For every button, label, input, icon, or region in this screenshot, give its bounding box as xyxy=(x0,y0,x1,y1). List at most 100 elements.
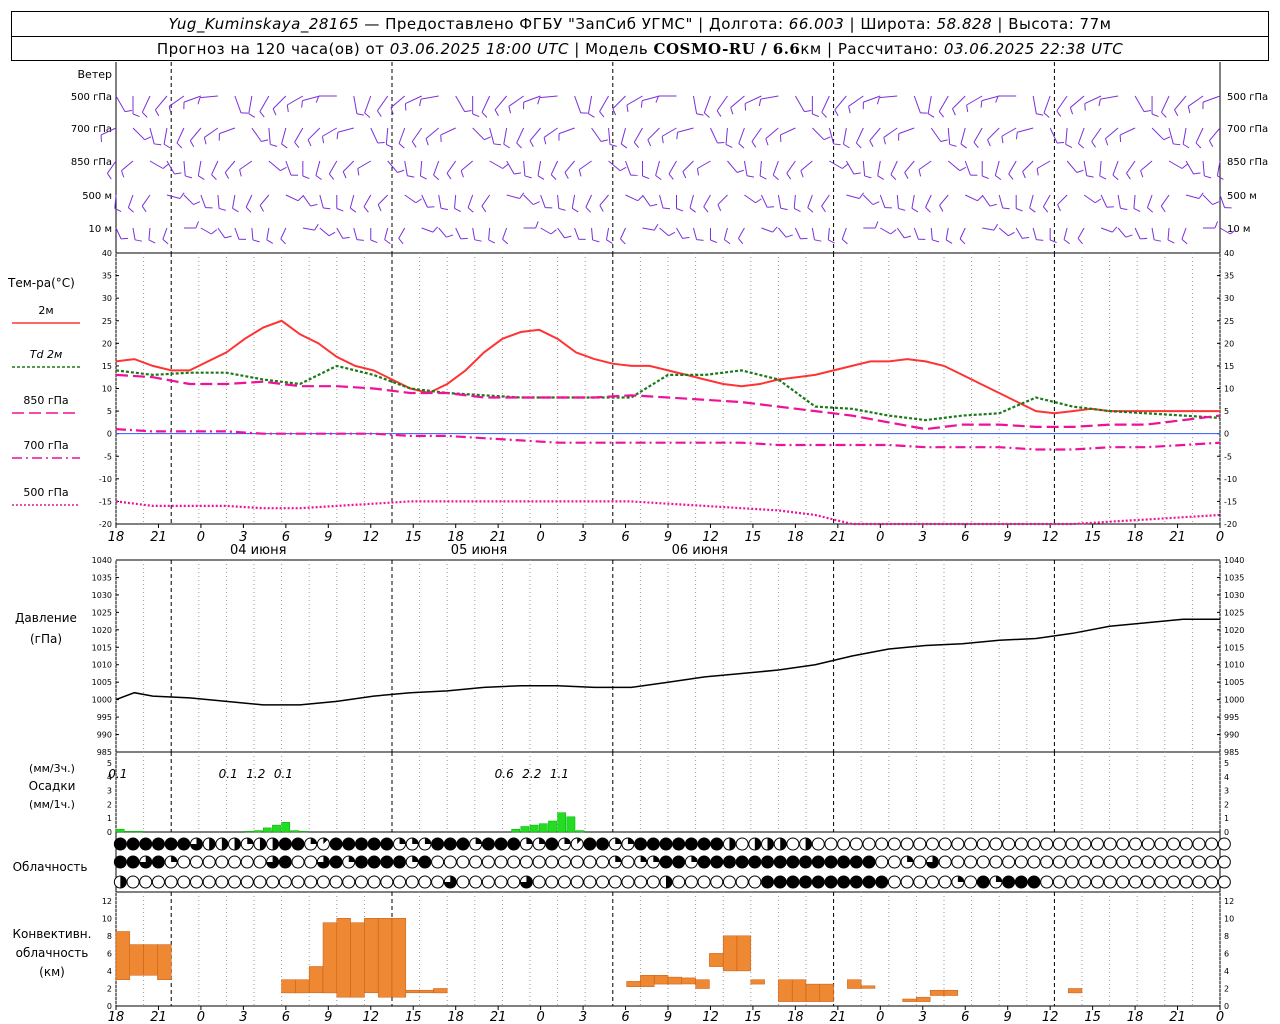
wind-barb xyxy=(557,194,560,209)
temp-panel-title: Тем-ра(°C) xyxy=(7,276,75,290)
cloud-cover-symbol xyxy=(240,875,254,889)
wind-barb xyxy=(760,95,779,100)
wind-barb-feather xyxy=(1144,110,1152,113)
conv-axis-hour-label: 12 xyxy=(1042,1010,1059,1024)
wind-barb xyxy=(821,95,830,113)
cloud-cover-symbol xyxy=(621,837,635,851)
conv-cloud-bar xyxy=(722,935,738,972)
wind-barb-feather xyxy=(484,136,491,141)
wind-barb xyxy=(245,194,253,208)
cloud-cover-symbol xyxy=(545,855,559,869)
wind-barb xyxy=(812,127,825,141)
wind-barb xyxy=(574,227,580,240)
conv-cloud-bar xyxy=(377,918,393,998)
cloud-circle xyxy=(824,875,838,889)
wind-barb-feather xyxy=(874,221,879,229)
wind-barb-feather xyxy=(1036,239,1044,241)
cloud-circle xyxy=(431,875,445,889)
cloud-fill-sector xyxy=(209,838,216,851)
cloud-cover-symbol xyxy=(875,855,889,869)
wind-barb xyxy=(540,227,552,235)
wind-barb-feather xyxy=(270,143,278,147)
wind-barb xyxy=(342,160,355,172)
cloud-circle xyxy=(735,837,749,851)
wind-barb xyxy=(692,95,698,114)
cloud-fill-sector xyxy=(272,838,279,850)
wind-barb xyxy=(1099,160,1102,176)
wind-barb xyxy=(587,95,593,114)
wind-barb xyxy=(472,227,476,240)
wind-barb-feather xyxy=(514,172,522,175)
cloud-cover-symbol xyxy=(126,855,140,869)
wind-barb-feather xyxy=(609,143,617,147)
wind-barb xyxy=(183,95,202,103)
wind-barb xyxy=(807,194,813,208)
cloud-cover-symbol xyxy=(1090,837,1104,851)
cloud-cover-symbol xyxy=(126,837,140,851)
cloud-cover-symbol xyxy=(367,855,381,869)
cloud-cover-symbol xyxy=(672,855,686,869)
cloud-cover-symbol xyxy=(761,855,775,869)
wind-barb-feather xyxy=(717,204,722,212)
wind-barb xyxy=(716,95,728,112)
cloud-cover-symbol xyxy=(1217,875,1231,889)
wind-barb xyxy=(155,95,168,111)
cloud-cover-symbol xyxy=(722,837,736,851)
wind-barb xyxy=(405,95,422,105)
cloud-cover-symbol xyxy=(405,875,419,889)
wind-barb xyxy=(336,227,344,239)
cloud-cover-symbol xyxy=(964,837,978,851)
wind-barb-feather xyxy=(397,169,405,173)
wind-barb xyxy=(1134,227,1141,240)
wind-barb xyxy=(913,95,921,114)
cloud-circle xyxy=(887,875,901,889)
cloud-cover-symbol xyxy=(418,837,432,851)
cloud-circle xyxy=(177,875,191,889)
day-label: 05 июня xyxy=(451,543,507,558)
wind-barb-feather xyxy=(730,107,734,115)
wind-barb xyxy=(786,160,796,174)
cloud-cover-symbol xyxy=(913,837,927,851)
cloud-cover-symbol xyxy=(1154,837,1168,851)
precip-tick-label-right: 3 xyxy=(1224,787,1229,796)
wind-barb xyxy=(219,127,236,135)
wind-barb-feather xyxy=(1112,226,1118,233)
cloud-circle xyxy=(811,875,825,889)
cloud-cover-symbol xyxy=(113,855,127,869)
cloud-circle xyxy=(342,875,356,889)
wind-barb-feather xyxy=(1076,169,1084,173)
wind-barb xyxy=(633,127,643,143)
cloud-cover-symbol xyxy=(964,855,978,869)
cloud-circle xyxy=(1103,855,1117,869)
cloud-cover-symbol xyxy=(824,837,838,851)
cloud-cover-symbol xyxy=(824,875,838,889)
wind-barb-feather xyxy=(203,137,207,145)
wind-barb-feather xyxy=(1104,138,1109,146)
cloud-cover-symbol xyxy=(1154,855,1168,869)
temp-axis-hour-label: 18 xyxy=(108,530,125,545)
wind-barb xyxy=(121,160,134,172)
precip-bar xyxy=(538,823,548,833)
wind-barb xyxy=(1100,194,1108,208)
wind-barb xyxy=(599,194,609,206)
cloud-cover-symbol xyxy=(1002,855,1016,869)
cloud-cover-symbol xyxy=(1014,837,1028,851)
cloud-cover-symbol xyxy=(456,875,470,889)
wind-barb xyxy=(488,227,491,240)
cloud-circle xyxy=(964,855,978,869)
cloud-cover-symbol xyxy=(583,875,597,889)
wind-barb xyxy=(605,227,610,240)
wind-barb-feather xyxy=(218,207,226,211)
wind-barb-feather xyxy=(989,203,997,207)
cloud-circle xyxy=(329,875,343,889)
wind-barb-feather xyxy=(232,207,239,213)
wind-barb-feather xyxy=(386,143,393,148)
cloud-cover-symbol xyxy=(1129,855,1143,869)
cloud-cover-symbol xyxy=(139,875,153,889)
wind-barb xyxy=(148,227,151,240)
cloud-cover-symbol xyxy=(393,855,407,869)
wind-barb xyxy=(163,127,168,145)
pressure-tick-label-right: 985 xyxy=(1224,748,1239,757)
wind-barb xyxy=(869,127,881,141)
wind-barb-feather xyxy=(959,238,966,245)
